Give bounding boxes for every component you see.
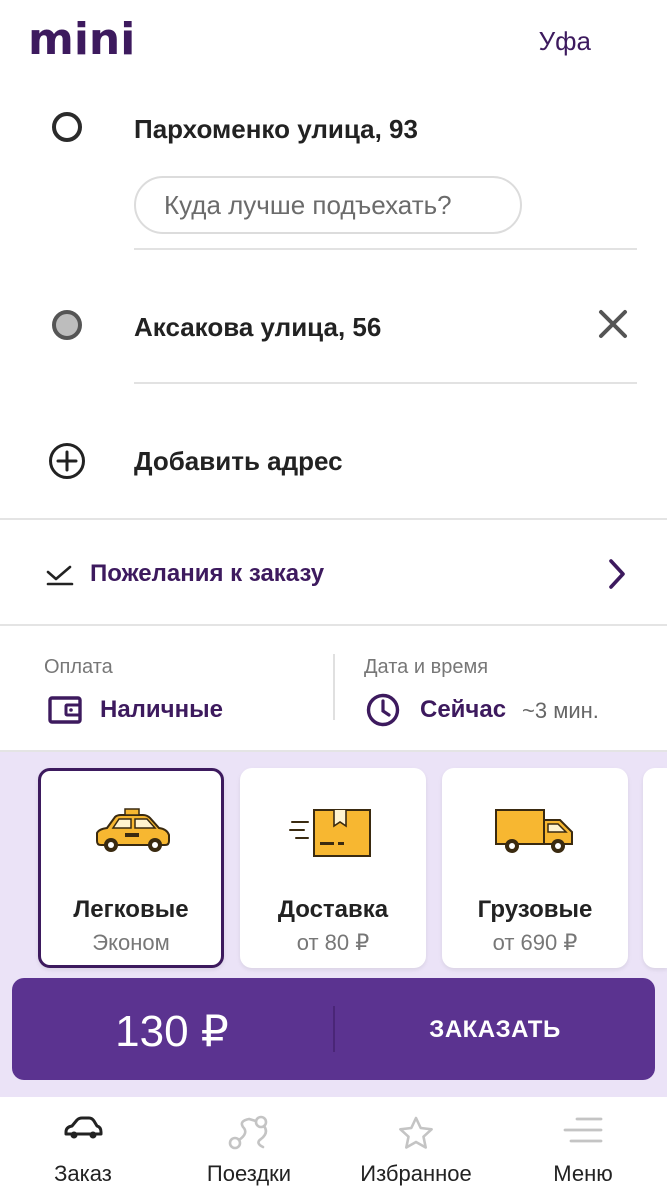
nav-label: Заказ [54, 1161, 112, 1186]
entrance-hint-input[interactable] [134, 176, 522, 234]
nav-label: Избранное [360, 1161, 472, 1186]
tariff-name: Грузовые [477, 896, 593, 923]
app-header: mini Уфа [0, 0, 667, 84]
payment-selector[interactable]: Оплата Наличные [0, 626, 333, 752]
plus-circle-icon [49, 443, 85, 479]
hamburger-menu-icon [563, 1117, 603, 1143]
tariff-name: Доставка [277, 896, 389, 923]
datetime-selector[interactable]: Дата и время Сейчас ~3 мин. [335, 626, 667, 752]
order-wishes-label: Пожелания к заказу [90, 560, 325, 587]
origin-address: Пархоменко улица, 93 [134, 114, 418, 144]
order-price: 130 ₽ [115, 1007, 229, 1056]
eta-text: ~3 мин. [522, 698, 599, 723]
datetime-label: Дата и время [364, 656, 489, 678]
order-button-label: ЗАКАЗАТЬ [429, 1016, 561, 1043]
car-icon [64, 1116, 103, 1139]
cargo-truck-icon [495, 809, 573, 853]
tariff-card-trucks[interactable]: Грузовые от 690 ₽ [442, 768, 628, 968]
destination-circle-icon [52, 310, 82, 340]
tariff-card-cars[interactable]: Легковые Эконом [38, 768, 224, 968]
route-icon [228, 1115, 268, 1150]
origin-circle-icon [52, 112, 82, 142]
nav-menu[interactable]: Меню [500, 1097, 666, 1200]
bottom-navigation: Заказ Поездки Избранное Меню [0, 1097, 667, 1200]
nav-label: Меню [553, 1161, 613, 1186]
taxi-car-icon [96, 808, 170, 852]
nav-favorites[interactable]: Избранное [333, 1097, 499, 1200]
destination-address: Аксакова улица, 56 [134, 312, 382, 342]
route-from[interactable]: Пархоменко улица, 93 [0, 84, 667, 174]
route-divider [134, 248, 637, 250]
route-to[interactable]: Аксакова улица, 56 [0, 280, 667, 370]
tariff-subtitle: Эконом [92, 930, 170, 955]
order-wishes-row[interactable]: Пожелания к заказу [0, 520, 667, 624]
tariff-subtitle: от 80 ₽ [296, 930, 370, 955]
order-button[interactable]: 130 ₽ ЗАКАЗАТЬ [12, 978, 655, 1080]
app-logo: mini [28, 14, 136, 65]
nav-trips[interactable]: Поездки [166, 1097, 332, 1200]
nav-order[interactable]: Заказ [0, 1097, 166, 1200]
tariff-subtitle: от 690 ₽ [492, 930, 578, 955]
payment-datetime-block: Оплата Наличные Дата и время Сейчас ~3 м… [0, 626, 667, 752]
city-selector[interactable]: Уфа [539, 26, 591, 57]
check-icon [46, 565, 74, 586]
datetime-value: Сейчас [420, 696, 507, 723]
star-icon [399, 1116, 433, 1149]
payment-label: Оплата [44, 656, 113, 678]
clock-icon [366, 693, 400, 727]
tariff-card-delivery[interactable]: Доставка от 80 ₽ [240, 768, 426, 968]
delivery-box-icon [289, 809, 371, 857]
clear-destination-close-icon[interactable] [597, 308, 629, 340]
tariff-card-partial[interactable] [643, 768, 667, 968]
nav-label: Поездки [206, 1161, 292, 1186]
wallet-icon [48, 696, 82, 724]
chevron-right-icon [609, 559, 625, 589]
add-address-label: Добавить адрес [134, 446, 343, 476]
route-divider-2 [134, 382, 637, 384]
tariff-name: Легковые [73, 896, 189, 923]
add-address-button[interactable]: Добавить адрес [0, 420, 667, 504]
payment-value: Наличные [100, 696, 223, 723]
